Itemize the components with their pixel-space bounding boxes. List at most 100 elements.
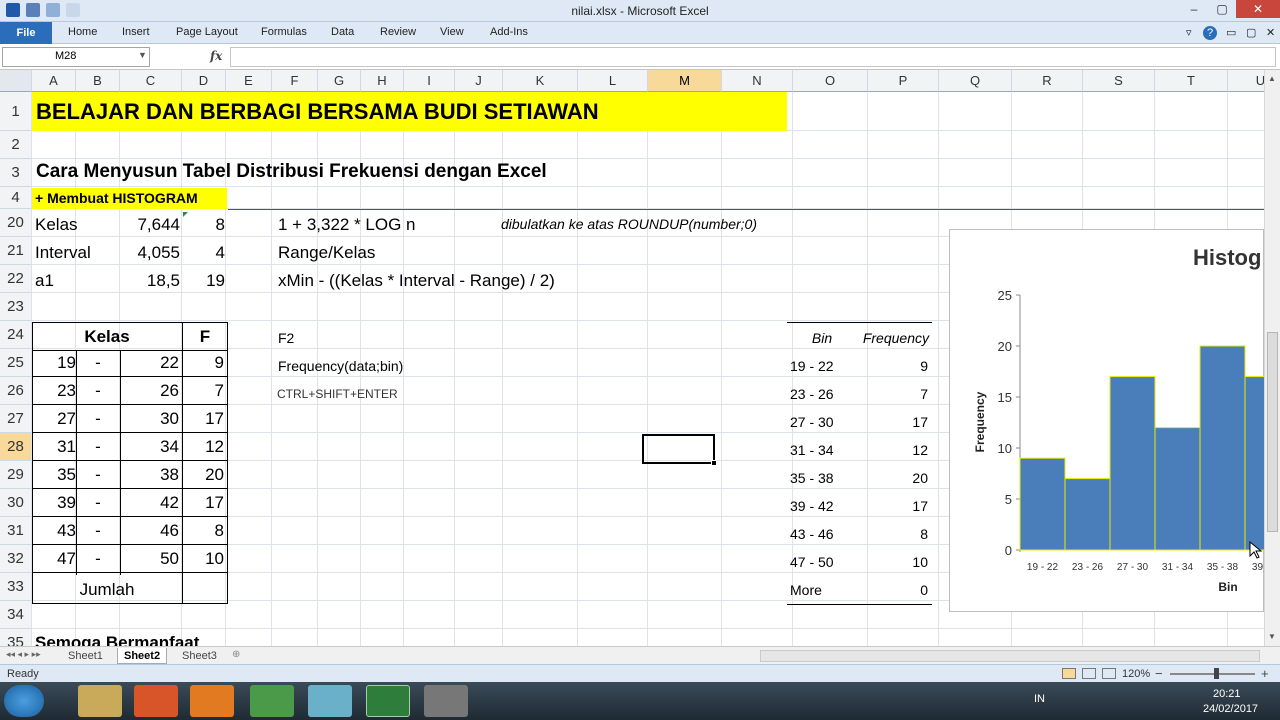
column-header[interactable]: U [1228,70,1264,92]
scroll-up-icon[interactable]: ▲ [1268,74,1276,83]
column-header[interactable]: N [722,70,793,92]
fill-handle[interactable] [711,460,717,466]
column-header[interactable]: Q [939,70,1012,92]
column-header[interactable]: B [76,70,120,92]
maximize-button[interactable]: ▢ [1208,0,1236,18]
formula-input[interactable] [230,47,1276,67]
column-header[interactable]: R [1012,70,1083,92]
chrome-icon[interactable] [250,685,294,717]
sheet-tab[interactable]: Sheet1 [62,648,109,664]
help-icon[interactable]: ? [1203,26,1217,40]
zoom-slider-thumb[interactable] [1214,668,1219,679]
column-header[interactable]: E [226,70,272,92]
row-header[interactable]: 2 [0,131,32,159]
row-header[interactable]: 35 [0,629,32,646]
row-header[interactable]: 30 [0,489,32,517]
column-header[interactable]: T [1155,70,1228,92]
row-header[interactable]: 32 [0,545,32,573]
scroll-thumb[interactable] [1267,332,1278,532]
tab-insert[interactable]: Insert [122,26,150,38]
row-header[interactable]: 24 [0,321,32,349]
explorer-icon[interactable] [78,685,122,717]
row-header[interactable]: 25 [0,349,32,377]
column-header[interactable]: K [503,70,578,92]
row-header[interactable]: 28 [0,433,32,461]
tab-data[interactable]: Data [331,26,354,38]
clock-date[interactable]: 24/02/2017 [1203,703,1258,715]
tab-add-ins[interactable]: Add-Ins [490,26,528,38]
row-header[interactable]: 4 [0,187,32,209]
tab-home[interactable]: Home [68,26,97,38]
doc-close-button[interactable]: ✕ [1266,26,1275,39]
zoom-in-button[interactable]: + [1261,666,1269,681]
row-header[interactable]: 31 [0,517,32,545]
zoom-level[interactable]: 120% [1122,668,1150,680]
column-header[interactable]: M [648,70,722,92]
doc-restore-button[interactable]: ▢ [1246,26,1256,39]
class-lower: 43 [57,521,76,540]
column-header[interactable]: L [578,70,648,92]
class-frequency: 8 [214,521,224,540]
sheet-tab-active[interactable]: Sheet2 [117,648,168,664]
close-button[interactable]: ✕ [1236,0,1280,18]
vertical-scrollbar[interactable]: ▲ ▼ [1264,70,1280,646]
column-header[interactable]: J [455,70,503,92]
sheet-tab[interactable]: Sheet3 [176,648,223,664]
row-header[interactable]: 21 [0,237,32,265]
firefox-icon[interactable] [190,685,234,717]
sheet-nav-icon[interactable]: ◂◂ ◂ ▸ ▸▸ [6,649,41,660]
row-header[interactable]: 22 [0,265,32,293]
app-icon[interactable] [308,685,352,717]
row-header[interactable]: 29 [0,461,32,489]
column-header[interactable]: C [120,70,182,92]
normal-view-icon[interactable] [1062,668,1076,679]
minimize-button[interactable]: – [1180,0,1208,18]
function-icon[interactable]: fx [210,49,222,63]
column-header[interactable]: S [1083,70,1155,92]
row-header[interactable]: 34 [0,601,32,629]
column-header[interactable]: F [272,70,318,92]
column-header[interactable]: I [404,70,455,92]
row-header[interactable]: 3 [0,159,32,187]
scroll-down-icon[interactable]: ▼ [1268,632,1276,641]
column-header[interactable]: H [361,70,404,92]
app-window-icon[interactable] [424,685,468,717]
zoom-slider[interactable] [1170,673,1255,675]
column-header[interactable]: O [793,70,868,92]
tab-formulas[interactable]: Formulas [261,26,307,38]
file-tab[interactable]: File [0,22,52,44]
row-header[interactable]: 20 [0,209,32,237]
horizontal-scrollbar[interactable] [760,650,1260,662]
page-layout-view-icon[interactable] [1082,668,1096,679]
page-break-view-icon[interactable] [1102,668,1116,679]
column-header[interactable]: G [318,70,361,92]
start-button[interactable] [4,685,44,717]
ribbon-collapse-icon[interactable]: ▿ [1186,26,1192,39]
column-header[interactable]: P [868,70,939,92]
row-header[interactable]: 26 [0,377,32,405]
class-frequency: 17 [205,493,224,512]
name-box-dropdown-icon[interactable]: ▼ [138,50,147,60]
row-header[interactable]: 33 [0,573,32,601]
insert-sheet-icon[interactable]: ⊕ [232,649,240,660]
select-all-corner[interactable] [0,70,32,92]
language-indicator[interactable]: IN [1034,693,1045,705]
error-indicator-icon[interactable] [183,212,188,217]
tab-page-layout[interactable]: Page Layout [176,26,238,38]
row-header[interactable]: 23 [0,293,32,321]
row-header[interactable]: 1 [0,92,32,131]
histogram-chart[interactable]: Histog 0 5 10 15 20 25 19 - 22 23 - 26 27 - 30 31 … [949,229,1280,612]
zoom-out-button[interactable]: − [1155,666,1163,681]
active-cell[interactable] [642,434,715,464]
name-box[interactable]: M28 [2,47,150,67]
param-rounded: 8 [215,215,225,234]
clock-time[interactable]: 20:21 [1213,688,1241,700]
row-header[interactable]: 27 [0,405,32,433]
media-player-icon[interactable] [134,685,178,717]
column-header[interactable]: A [32,70,76,92]
tab-view[interactable]: View [440,26,464,38]
excel-taskbar-icon[interactable] [366,685,410,717]
tab-review[interactable]: Review [380,26,416,38]
doc-minimize-button[interactable]: ▭ [1226,26,1236,39]
column-header[interactable]: D [182,70,226,92]
